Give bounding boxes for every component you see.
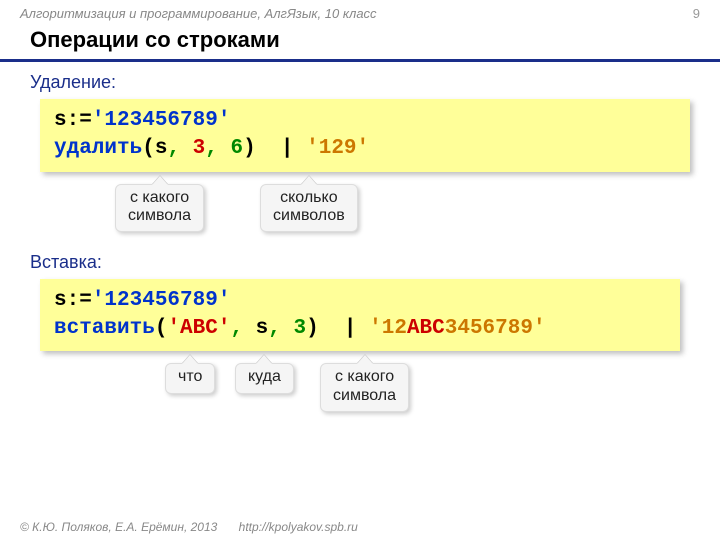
code-arg: 3 (193, 137, 206, 160)
code-string: '123456789' (92, 289, 231, 312)
code-block-delete: s:='123456789' удалить(s, 3, 6) | '129' (40, 99, 690, 172)
code-fn: вставить (54, 317, 155, 340)
page-title: Операции со строками (0, 23, 720, 62)
code-block-insert: s:='123456789' вставить('ABC', s, 3) | '… (40, 279, 680, 352)
section-insert-label: Вставка: (30, 252, 720, 273)
code-text: ( (142, 137, 155, 160)
code-sep: , (205, 137, 230, 160)
code-text: ) | (243, 137, 306, 160)
code-text: ) | (306, 317, 369, 340)
code-arg: s (256, 317, 269, 340)
code-arg: s (155, 137, 168, 160)
header-bar: Алгоритмизация и программирование, АлгЯз… (0, 0, 720, 23)
section-delete-label: Удаление: (30, 72, 720, 93)
code-result: '12 (369, 317, 407, 340)
code-sep: , (230, 317, 255, 340)
callout-count: сколькосимволов (260, 184, 358, 233)
code-sep: , (268, 317, 293, 340)
callout-what: что (165, 363, 215, 393)
page-number: 9 (693, 6, 700, 21)
code-arg: 6 (230, 137, 243, 160)
code-result: 3456789' (445, 317, 546, 340)
callout-from-char: с какогосимвола (115, 184, 204, 233)
code-text: s:= (54, 289, 92, 312)
footer: © К.Ю. Поляков, Е.А. Ерёмин, 2013 http:/… (20, 520, 358, 534)
breadcrumb: Алгоритмизация и программирование, АлгЯз… (20, 6, 377, 21)
callout-row-delete: с какогосимвола сколькосимволов (0, 182, 720, 238)
code-text: s:= (54, 109, 92, 132)
code-string: '123456789' (92, 109, 231, 132)
footer-copyright: © К.Ю. Поляков, Е.А. Ерёмин, 2013 (20, 520, 217, 534)
code-arg: 'ABC' (167, 317, 230, 340)
code-sep: , (167, 137, 192, 160)
code-text: ( (155, 317, 168, 340)
footer-url: http://kpolyakov.spb.ru (239, 520, 358, 534)
code-result: '129' (306, 137, 369, 160)
code-result: ABC (407, 317, 445, 340)
code-fn: удалить (54, 137, 142, 160)
callout-where: куда (235, 363, 294, 393)
callout-from-char: с какогосимвола (320, 363, 409, 412)
callout-row-insert: что куда с какогосимвола (0, 361, 720, 417)
code-arg: 3 (294, 317, 307, 340)
